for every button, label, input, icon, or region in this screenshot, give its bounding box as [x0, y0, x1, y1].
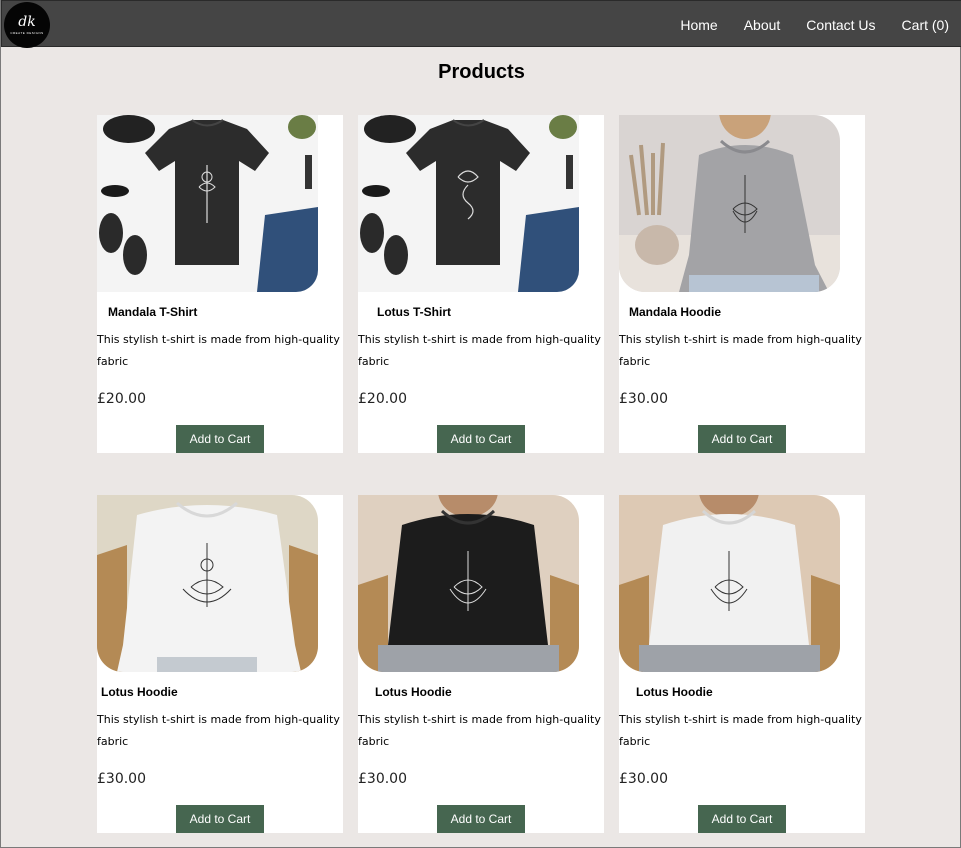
- add-to-cart-button[interactable]: Add to Cart: [176, 425, 264, 453]
- product-image[interactable]: [358, 115, 579, 292]
- product-description: This stylish t-shirt is made from high-q…: [97, 713, 340, 748]
- product-image[interactable]: [619, 115, 840, 292]
- product-name[interactable]: Mandala T-Shirt: [108, 305, 197, 319]
- product-description: This stylish t-shirt is made from high-q…: [358, 713, 601, 748]
- product-card: Lotus Hoodie This stylish t-shirt is mad…: [358, 495, 604, 833]
- hoodie-model-picture: [619, 495, 840, 672]
- product-name[interactable]: Lotus Hoodie: [375, 685, 452, 699]
- page-title: Products: [438, 61, 525, 83]
- hoodie-model-picture: [97, 495, 318, 672]
- add-to-cart-button[interactable]: Add to Cart: [176, 805, 264, 833]
- tshirt-flatlay-picture: [358, 115, 579, 292]
- navbar: dk CREATE DESIGNS Home About Contact Us …: [1, 0, 961, 48]
- add-to-cart-button[interactable]: Add to Cart: [437, 805, 525, 833]
- hoodie-model-picture: [358, 495, 579, 672]
- add-to-cart-button[interactable]: Add to Cart: [698, 425, 786, 453]
- product-name[interactable]: Lotus Hoodie: [101, 685, 178, 699]
- product-description: This stylish t-shirt is made from high-q…: [619, 713, 862, 748]
- product-description: This stylish t-shirt is made from high-q…: [97, 333, 340, 368]
- product-card: Lotus Hoodie This stylish t-shirt is mad…: [97, 495, 343, 833]
- product-card: Mandala T-Shirt This stylish t-shirt is …: [97, 115, 343, 453]
- add-to-cart-button[interactable]: Add to Cart: [437, 425, 525, 453]
- nav-home-link[interactable]: Home: [680, 17, 717, 33]
- product-price: £30.00: [358, 771, 407, 787]
- product-price: £20.00: [358, 391, 407, 407]
- nav-cart-link[interactable]: Cart (0): [902, 17, 949, 33]
- nav-contact-link[interactable]: Contact Us: [806, 17, 875, 33]
- hoodie-model-picture: [619, 115, 840, 292]
- product-price: £30.00: [97, 771, 146, 787]
- product-name[interactable]: Lotus Hoodie: [636, 685, 713, 699]
- product-card: Lotus Hoodie This stylish t-shirt is mad…: [619, 495, 865, 833]
- product-image[interactable]: [97, 495, 318, 672]
- product-image[interactable]: [358, 495, 579, 672]
- nav-links: Home About Contact Us Cart (0): [654, 1, 949, 48]
- product-image[interactable]: [619, 495, 840, 672]
- product-price: £20.00: [97, 391, 146, 407]
- product-image[interactable]: [97, 115, 318, 292]
- product-price: £30.00: [619, 391, 668, 407]
- nav-about-link[interactable]: About: [744, 17, 781, 33]
- product-card: Mandala Hoodie This stylish t-shirt is m…: [619, 115, 865, 453]
- logo-subtext: CREATE DESIGNS: [10, 31, 44, 35]
- product-description: This stylish t-shirt is made from high-q…: [619, 333, 862, 368]
- logo-mark: dk: [18, 14, 36, 30]
- product-name[interactable]: Lotus T-Shirt: [377, 305, 451, 319]
- add-to-cart-button[interactable]: Add to Cart: [698, 805, 786, 833]
- product-description: This stylish t-shirt is made from high-q…: [358, 333, 601, 368]
- product-card: Lotus T-Shirt This stylish t-shirt is ma…: [358, 115, 604, 453]
- product-name[interactable]: Mandala Hoodie: [629, 305, 721, 319]
- product-price: £30.00: [619, 771, 668, 787]
- tshirt-flatlay-picture: [97, 115, 318, 292]
- page-frame: dk CREATE DESIGNS Home About Contact Us …: [0, 0, 961, 848]
- brand-logo[interactable]: dk CREATE DESIGNS: [4, 2, 50, 48]
